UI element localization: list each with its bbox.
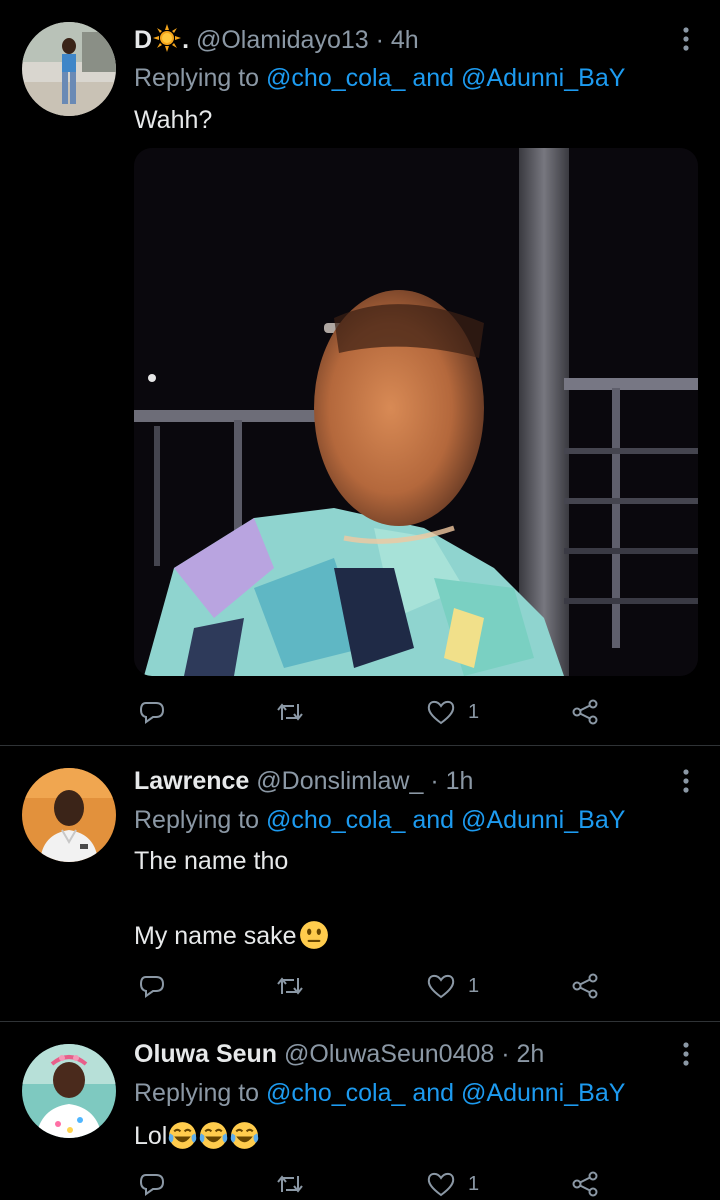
retweet-icon bbox=[277, 703, 303, 721]
more-vertical-icon[interactable] bbox=[676, 1039, 696, 1069]
display-name-suffix: . bbox=[182, 26, 190, 54]
heart-icon bbox=[427, 700, 455, 725]
tears-of-joy-emoji-icon bbox=[231, 1122, 259, 1149]
like-count: 1 bbox=[468, 974, 480, 997]
avatar[interactable] bbox=[22, 1044, 116, 1138]
tweet-time[interactable]: 2h bbox=[517, 1040, 545, 1068]
tweet-media-image[interactable] bbox=[134, 148, 698, 676]
reply-button[interactable] bbox=[138, 1168, 166, 1200]
tweet-actions: 1 bbox=[134, 1168, 614, 1200]
user-handle[interactable]: @OluwaSeun0408 bbox=[284, 1040, 494, 1068]
tweet-text-line: Lol bbox=[134, 1120, 260, 1151]
tweet-text-line: The name tho bbox=[134, 847, 289, 875]
neutral-face-emoji-icon bbox=[299, 921, 328, 949]
sun-emoji-icon bbox=[153, 24, 182, 52]
mention-link[interactable]: @Adunni_BaY bbox=[461, 64, 625, 92]
user-handle[interactable]: @Donslimlaw_ bbox=[256, 767, 423, 795]
share-icon bbox=[572, 973, 598, 999]
heart-icon bbox=[427, 974, 455, 999]
replying-prefix: Replying to bbox=[134, 64, 260, 92]
tweet-text-line: My name sake bbox=[134, 920, 329, 951]
more-vertical-icon[interactable] bbox=[676, 24, 696, 54]
display-name[interactable]: Lawrence bbox=[134, 767, 249, 795]
tweet-oluwaseun[interactable]: Oluwa Seun @OluwaSeun0408 · 2h Replying … bbox=[0, 1022, 720, 1197]
retweet-button[interactable] bbox=[274, 1168, 306, 1200]
avatar[interactable] bbox=[22, 768, 116, 862]
tweet-header: D . @Olamidayo13 · 4h bbox=[134, 24, 660, 55]
reply-icon bbox=[139, 702, 165, 724]
share-icon bbox=[572, 699, 598, 725]
replying-to: Replying to @cho_cola_ and @Adunni_BaY bbox=[134, 63, 625, 93]
tears-of-joy-emoji-icon bbox=[200, 1122, 228, 1149]
avatar[interactable] bbox=[22, 22, 116, 116]
tweet-text: Wahh? bbox=[134, 106, 213, 134]
reply-icon bbox=[139, 976, 165, 998]
tweet-actions: 1 bbox=[134, 970, 614, 1002]
replying-prefix: Replying to bbox=[134, 1079, 260, 1107]
share-button[interactable] bbox=[570, 696, 600, 728]
tweet-olamidayo[interactable]: D . @Olamidayo13 · 4h Replying to @cho_c… bbox=[0, 0, 720, 746]
mention-conjunction: and bbox=[412, 64, 455, 92]
heart-icon bbox=[427, 1172, 455, 1197]
reply-icon bbox=[139, 1174, 165, 1196]
mention-conjunction: and bbox=[412, 1079, 455, 1107]
mention-link[interactable]: @cho_cola_ bbox=[266, 806, 405, 834]
tweet-text-content: Lol bbox=[134, 1122, 168, 1150]
tweet-header: Lawrence @Donslimlaw_ · 1h bbox=[134, 766, 660, 796]
like-button[interactable]: 1 bbox=[426, 1168, 479, 1200]
retweet-button[interactable] bbox=[274, 696, 306, 728]
tweet-time[interactable]: 4h bbox=[391, 26, 419, 54]
like-button[interactable]: 1 bbox=[426, 970, 479, 1002]
tears-of-joy-emoji-icon bbox=[169, 1122, 197, 1149]
mention-link[interactable]: @cho_cola_ bbox=[266, 64, 405, 92]
display-name[interactable]: D bbox=[134, 26, 152, 54]
tweet-actions: 1 bbox=[134, 696, 614, 728]
like-count: 1 bbox=[468, 1172, 480, 1195]
replying-to: Replying to @cho_cola_ and @Adunni_BaY bbox=[134, 805, 625, 835]
share-button[interactable] bbox=[570, 970, 600, 1002]
separator-dot: · bbox=[430, 767, 439, 795]
retweet-button[interactable] bbox=[274, 970, 306, 1002]
tweet-time[interactable]: 1h bbox=[446, 767, 474, 795]
display-name[interactable]: Oluwa Seun bbox=[134, 1040, 277, 1068]
share-button[interactable] bbox=[570, 1168, 600, 1200]
retweet-icon bbox=[277, 977, 303, 995]
retweet-icon bbox=[277, 1175, 303, 1193]
separator-dot: · bbox=[375, 26, 384, 54]
mention-link[interactable]: @cho_cola_ bbox=[266, 1079, 405, 1107]
more-vertical-icon[interactable] bbox=[676, 766, 696, 796]
tweet-lawrence[interactable]: Lawrence @Donslimlaw_ · 1h Replying to @… bbox=[0, 746, 720, 1022]
share-icon bbox=[572, 1171, 598, 1197]
tweet-text-content: My name sake bbox=[134, 922, 297, 950]
separator-dot: · bbox=[501, 1040, 510, 1068]
replying-prefix: Replying to bbox=[134, 806, 260, 834]
reply-button[interactable] bbox=[138, 970, 166, 1002]
mention-conjunction: and bbox=[412, 806, 455, 834]
like-count: 1 bbox=[468, 700, 480, 723]
replying-to: Replying to @cho_cola_ and @Adunni_BaY bbox=[134, 1078, 625, 1108]
like-button[interactable]: 1 bbox=[426, 696, 479, 728]
mention-link[interactable]: @Adunni_BaY bbox=[461, 1079, 625, 1107]
reply-button[interactable] bbox=[138, 696, 166, 728]
tweet-header: Oluwa Seun @OluwaSeun0408 · 2h bbox=[134, 1039, 660, 1069]
mention-link[interactable]: @Adunni_BaY bbox=[461, 806, 625, 834]
user-handle[interactable]: @Olamidayo13 bbox=[196, 26, 369, 54]
